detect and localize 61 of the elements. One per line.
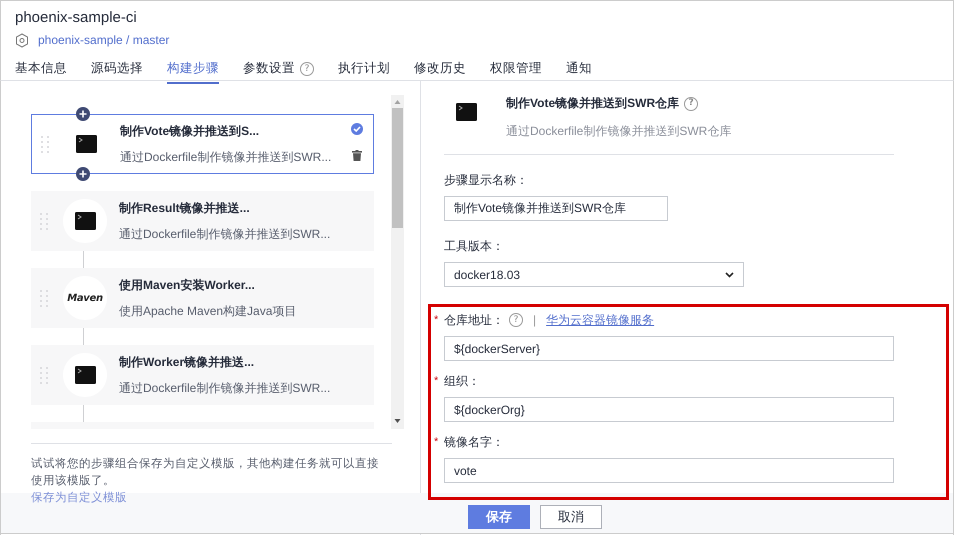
save-button[interactable]: 保存 bbox=[468, 505, 530, 529]
field-label: 镜像名字： bbox=[444, 434, 504, 450]
tab[interactable]: 源码选择 bbox=[91, 60, 143, 84]
terminal-icon bbox=[76, 135, 96, 153]
help-icon[interactable]: ? bbox=[509, 313, 523, 327]
check-circle-icon bbox=[351, 123, 363, 135]
input-field[interactable]: 制作Vote镜像并推送到SWR仓库 bbox=[444, 196, 668, 221]
tab[interactable]: 修改历史 bbox=[414, 60, 466, 84]
scrollbar-drawing[interactable] bbox=[391, 95, 404, 429]
drag-handle-icon[interactable] bbox=[39, 289, 49, 307]
field-label: 组织： bbox=[444, 372, 480, 390]
terminal-icon bbox=[456, 103, 477, 121]
tab[interactable]: 基本信息 bbox=[15, 60, 67, 84]
repository-link[interactable]: phoenix-sample / master bbox=[38, 33, 170, 47]
version-dropdown[interactable]: docker18.03 bbox=[444, 262, 744, 287]
add-step-icon[interactable] bbox=[76, 167, 90, 181]
required-mark: * bbox=[434, 314, 440, 326]
chevron-down-icon bbox=[725, 272, 734, 278]
step-description: 通过Dockerfile制作镜像并推送到SWR... bbox=[120, 148, 332, 166]
tab[interactable]: 权限管理 bbox=[490, 60, 542, 84]
step-description: 使用Apache Maven构建Java项目 bbox=[119, 302, 298, 320]
step-detail-title: 制作Vote镜像并推送到SWR仓库 bbox=[506, 95, 680, 112]
tab[interactable]: 参数设置 bbox=[243, 60, 295, 84]
terminal-icon bbox=[74, 366, 96, 384]
step-title: 制作Worker镜像并推送... bbox=[119, 354, 256, 370]
required-mark: * bbox=[434, 436, 440, 448]
step-title: 制作Result镜像并推送... bbox=[119, 200, 251, 216]
drag-handle-icon[interactable] bbox=[39, 212, 49, 230]
maven-logo: Maven bbox=[67, 292, 103, 304]
field-label: 步骤显示名称： bbox=[444, 172, 528, 188]
input-field[interactable]: ${dockerServer} bbox=[444, 336, 894, 361]
drag-handle-icon[interactable] bbox=[39, 366, 49, 384]
help-icon[interactable]: ? bbox=[684, 96, 698, 110]
input-field[interactable]: vote bbox=[444, 458, 894, 483]
add-step-icon[interactable] bbox=[76, 107, 90, 121]
template-hint-text: 试试将您的步骤组合保存为自定义模版，其他构建任务就可以直接使用该模版了。 bbox=[31, 456, 380, 489]
step-card[interactable]: 制作Result镜像并推送... 通过Dockerfile制作镜像并推送到SWR... bbox=[31, 191, 374, 251]
step-description: 通过Dockerfile制作镜像并推送到SWR... bbox=[119, 380, 332, 396]
tab[interactable]: 构建步骤 bbox=[167, 60, 219, 84]
input-field[interactable]: ${dockerOrg} bbox=[444, 397, 894, 422]
tab[interactable]: 通知 bbox=[566, 60, 592, 84]
drag-handle-icon[interactable] bbox=[40, 135, 50, 153]
help-icon[interactable]: ? bbox=[300, 62, 314, 76]
cancel-button[interactable]: 取消 bbox=[540, 505, 602, 529]
tab[interactable]: 执行计划 bbox=[338, 60, 390, 84]
registry-service-link[interactable]: 华为云容器镜像服务 bbox=[546, 312, 654, 328]
separator: | bbox=[533, 313, 536, 327]
trash-icon[interactable] bbox=[352, 150, 362, 161]
hexagon-gear-icon bbox=[15, 32, 29, 48]
required-mark: * bbox=[434, 375, 440, 387]
step-title: 使用Maven安装Worker... bbox=[119, 276, 256, 294]
step-card[interactable]: 制作Worker镜像并推送... 通过Dockerfile制作镜像并推送到SWR... bbox=[31, 345, 374, 405]
pipeline-title: phoenix-sample-ci bbox=[15, 9, 138, 27]
field-label: 工具版本： bbox=[444, 238, 504, 254]
terminal-icon bbox=[74, 212, 96, 230]
step-card[interactable]: Maven 使用Maven安装Worker... 使用Apache Maven构建Java项目 bbox=[31, 268, 374, 328]
field-label: 仓库地址： bbox=[444, 312, 504, 328]
step-card[interactable]: 制作Vote镜像并推送到S... 通过Dockerfile制作镜像并推送到SWR... bbox=[31, 114, 374, 174]
step-title: 制作Vote镜像并推送到S... bbox=[120, 122, 260, 140]
step-description: 通过Dockerfile制作镜像并推送到SWR... bbox=[119, 226, 332, 242]
step-detail-description: 通过Dockerfile制作镜像并推送到SWR仓库 bbox=[506, 123, 732, 140]
